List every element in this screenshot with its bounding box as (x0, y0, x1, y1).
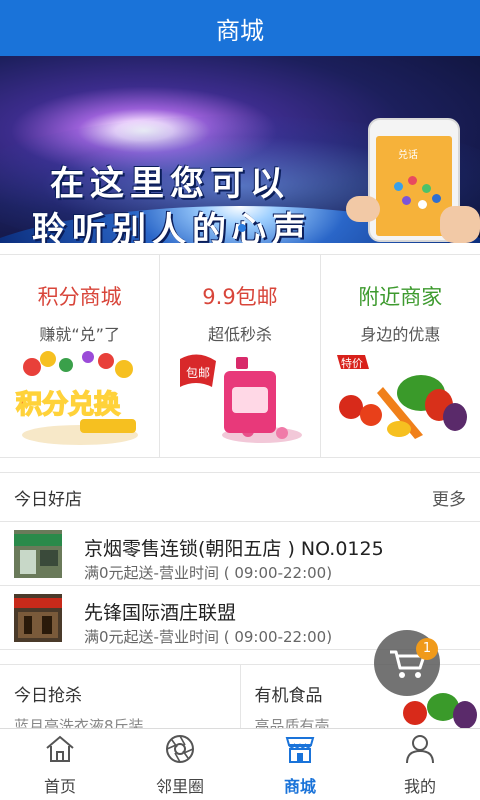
promo-title: 今日抢杀 (14, 686, 82, 706)
feature-card-subtitle: 赚就“兑”了 (39, 325, 120, 344)
hand-illustration (346, 196, 380, 222)
shop-thumbnail (14, 530, 62, 578)
page-title: 商城 (216, 16, 264, 45)
more-link[interactable]: 更多 (432, 485, 466, 510)
tab-label: 邻里圈 (155, 777, 204, 796)
feature-card-title: 9.9包邮 (202, 285, 278, 309)
points-exchange-image: 积分兑换 (15, 351, 138, 445)
banner-headline-1: 在这里您可以 (50, 164, 290, 204)
cart-button[interactable]: 1 (374, 630, 440, 696)
feature-card-points-mall[interactable]: 积分商城 赚就“兑”了 积分兑换 (0, 255, 161, 457)
feature-card-nearby-merchants[interactable]: 附近商家 身边的优惠 特价 (321, 255, 480, 457)
promo-subtitle: 蓝月亮洗衣液8斤装 (14, 717, 144, 728)
svg-text:包邮: 包邮 (186, 366, 210, 380)
aperture-icon (166, 735, 194, 763)
detergent-product-image: 包邮 (180, 354, 303, 443)
tab-label: 首页 (43, 777, 76, 796)
tab-mall[interactable]: 商城 (240, 729, 360, 800)
tab-neighborhood[interactable]: 邻里圈 (120, 729, 240, 800)
shop-info: 满0元起送-营业时间 ( 09:00-22:00) (84, 564, 333, 582)
shop-info: 满0元起送-营业时间 ( 09:00-22:00) (84, 628, 333, 646)
feature-card-free-shipping[interactable]: 9.9包邮 超低秒杀 包邮 (160, 255, 321, 457)
user-icon (406, 735, 434, 764)
shop-name: 先锋国际酒庄联盟 (84, 602, 237, 624)
svg-text:积分兑换: 积分兑换 (16, 390, 121, 420)
vegetables-image: 特价 (336, 355, 467, 439)
shop-icon (285, 737, 315, 763)
banner-headline-2: 聆听别人的心声 (32, 210, 312, 243)
feature-card-title: 积分商城 (37, 285, 122, 309)
shop-thumbnail (14, 594, 62, 642)
home-icon (46, 735, 74, 762)
carousel-indicator[interactable] (238, 224, 246, 232)
feature-card-subtitle: 超低秒杀 (207, 325, 272, 344)
promo-title: 有机食品 (254, 686, 323, 706)
bottom-tab-bar: 首页 邻里圈 商城 我的 (0, 728, 480, 800)
promo-flash-sale[interactable]: 今日抢杀 蓝月亮洗衣液8斤装 (0, 665, 241, 728)
shop-item[interactable]: 京烟零售连锁(朝阳五店 ) NO.0125 满0元起送-营业时间 ( 09:00… (0, 522, 480, 586)
phone-screen-title: 兑话 (398, 150, 418, 161)
hand-illustration-right (440, 206, 480, 243)
tab-label: 我的 (403, 777, 436, 796)
shop-name: 京烟零售连锁(朝阳五店 ) NO.0125 (84, 538, 384, 560)
tab-home[interactable]: 首页 (0, 729, 120, 800)
svg-text:特价: 特价 (341, 356, 363, 370)
promo-banner[interactable]: 在这里您可以 聆听别人的心声 兑话 (0, 56, 480, 243)
tab-profile[interactable]: 我的 (360, 729, 480, 800)
promo-subtitle: 高品质有壳 (254, 717, 330, 728)
cart-badge: 1 (416, 638, 438, 660)
today-shops-header: 今日好店 更多 (0, 472, 480, 522)
feature-card-title: 附近商家 (358, 285, 443, 309)
tab-label: 商城 (283, 777, 316, 796)
promo-organic-food[interactable]: 有机食品 高品质有壳 (241, 665, 480, 728)
feature-card-subtitle: 身边的优惠 (360, 325, 441, 344)
feature-cards: 积分商城 赚就“兑”了 积分兑换 9.9包邮 超低秒杀 包邮 附近商家 身边的优… (0, 254, 480, 458)
title-bar: 商城 (0, 0, 480, 56)
section-title: 今日好店 (14, 489, 82, 510)
